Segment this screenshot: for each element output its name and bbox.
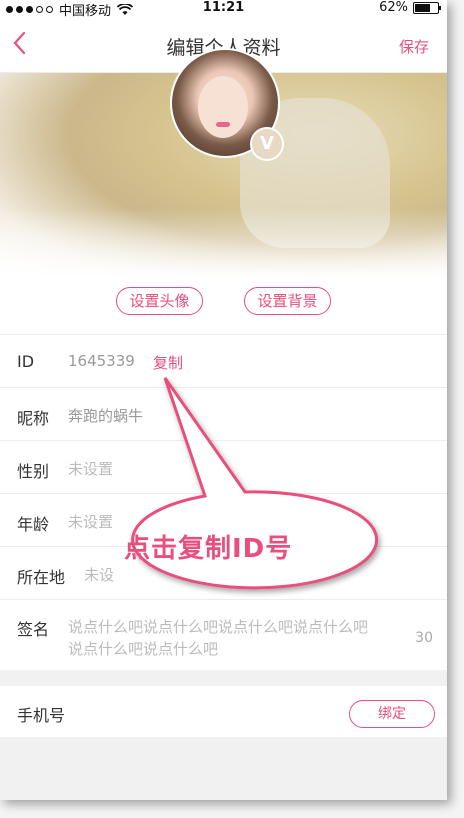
battery-percent: 62% [379,0,408,15]
status-right: 62% [379,0,441,15]
avatar-lip [216,122,230,127]
signature-label: 签名 [17,620,50,639]
location-label: 所在地 [17,568,66,587]
avatar-face [198,76,248,138]
nickname-value: 奔跑的蜗牛 [68,407,144,425]
nickname-label: 昵称 [17,409,50,428]
age-label: 年龄 [17,515,50,534]
copy-id-button[interactable]: 复制 [153,352,183,373]
age-value: 未设置 [68,513,114,531]
id-value: 1645339 [68,352,135,370]
bottom-area [0,737,447,800]
location-value: 未设 [84,566,115,584]
section-divider [0,670,447,686]
signature-row[interactable]: 签名 说点什么吧说点什么吧说点什么吧说点什么吧 说点什么吧说点什么吧 30 [0,599,447,671]
nickname-row[interactable]: 昵称 奔跑的蜗牛 [0,387,447,440]
battery-icon [413,1,441,14]
gender-value: 未设置 [68,460,114,478]
phone-label: 手机号 [17,706,66,725]
status-bar: 中国移动 11:21 62% [0,0,447,19]
background-fade [0,208,447,278]
verified-badge-icon: V [250,127,284,161]
bind-phone-button[interactable]: 绑定 [349,700,435,728]
id-row: ID 1645339 复制 [0,334,447,387]
phone-row: 手机号 绑定 [0,686,447,737]
gender-row[interactable]: 性别 未设置 [0,440,447,493]
gender-label: 性别 [17,462,50,481]
save-button[interactable]: 保存 [399,36,429,57]
signature-counter: 30 [415,630,433,646]
signature-line-2: 说点什么吧说点什么吧 [68,640,219,658]
set-background-button[interactable]: 设置背景 [244,287,331,315]
callout-text: 点击复制ID号 [124,534,293,564]
signature-line-1: 说点什么吧说点什么吧说点什么吧说点什么吧 [68,618,369,636]
id-label: ID [17,352,35,371]
set-avatar-button[interactable]: 设置头像 [116,287,203,315]
phone-screen: 中国移动 11:21 62% 编辑个人资料 保存 V 设置头像 设置背景 ID [0,0,447,800]
